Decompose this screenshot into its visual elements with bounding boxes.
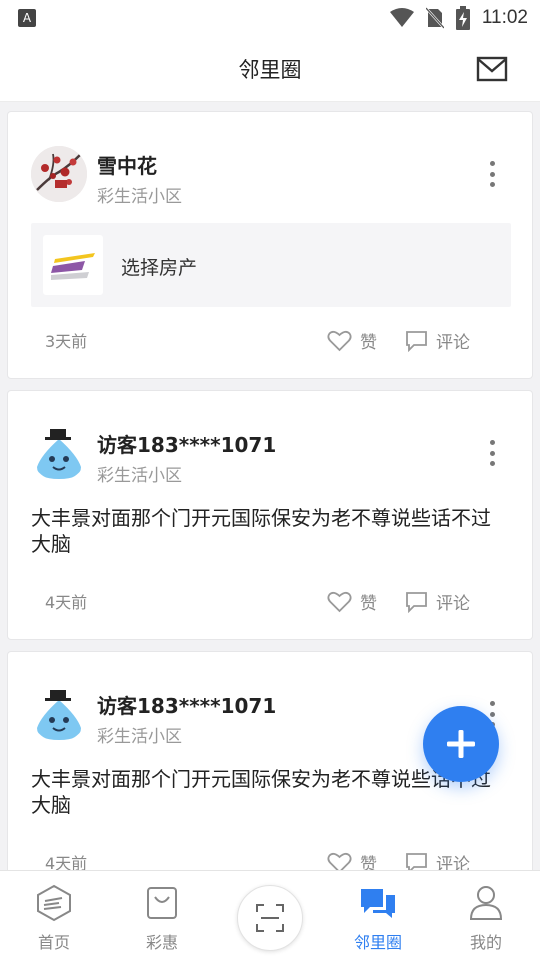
status-bar: A 11:02 <box>0 0 540 36</box>
water-drop-mascot-icon <box>31 425 87 481</box>
status-right: 11:02 <box>389 6 528 30</box>
like-button[interactable]: 赞 <box>327 328 377 353</box>
more-dot <box>489 711 495 717</box>
add-post-button[interactable] <box>423 706 499 782</box>
like-label: 赞 <box>360 333 377 353</box>
comment-icon <box>406 591 427 613</box>
comment-label: 评论 <box>436 855 470 870</box>
more-dot <box>489 450 495 456</box>
comment-icon <box>406 852 427 870</box>
colorful-life-logo-icon <box>51 253 95 280</box>
avatar[interactable] <box>31 425 87 481</box>
more-dot <box>489 182 495 187</box>
author-name[interactable]: 访客183****1071 <box>97 690 276 719</box>
more-dot <box>489 171 495 177</box>
tab-label: 我的 <box>469 933 502 952</box>
comment-label: 评论 <box>436 594 470 614</box>
comment-button[interactable]: 评论 <box>405 850 470 870</box>
chat-icon <box>358 883 398 923</box>
property-logo <box>43 235 103 295</box>
scan-icon <box>256 904 284 932</box>
no-sim-icon <box>425 7 444 29</box>
tab-profile[interactable]: 我的 <box>432 871 540 960</box>
post-card[interactable]: 雪中花 彩生活小区 选择房产 3天前 赞 评论 <box>7 111 533 379</box>
more-dot <box>489 440 495 445</box>
community-name: 彩生活小区 <box>97 466 182 486</box>
tab-home[interactable]: 首页 <box>0 871 108 960</box>
scan-button[interactable] <box>237 885 303 951</box>
user-icon <box>466 883 506 923</box>
battery-charging-icon <box>455 6 470 30</box>
comment-label: 评论 <box>436 333 470 353</box>
tab-label: 邻里圈 <box>353 933 402 952</box>
like-label: 赞 <box>360 855 377 870</box>
plus-icon <box>447 730 475 758</box>
mail-icon <box>476 56 508 82</box>
heart-icon <box>327 591 352 612</box>
more-dot <box>489 461 495 466</box>
like-button[interactable]: 赞 <box>327 850 377 870</box>
comment-button[interactable]: 评论 <box>405 328 470 353</box>
more-options-button[interactable] <box>482 157 502 191</box>
notification-a-icon: A <box>18 9 36 27</box>
comment-icon <box>406 330 427 352</box>
status-left: A <box>18 9 36 27</box>
tab-neighborhood[interactable]: 邻里圈 <box>324 871 432 960</box>
avatar[interactable] <box>31 686 87 742</box>
heart-icon <box>327 330 352 351</box>
wifi-icon <box>389 8 414 27</box>
home-icon <box>34 883 74 923</box>
comment-button[interactable]: 评论 <box>405 589 470 614</box>
post-card[interactable]: 访客183****1071 彩生活小区 大丰景对面那个门开元国际保安为老不尊说些… <box>7 390 533 640</box>
community-name: 彩生活小区 <box>97 727 182 747</box>
tab-label: 首页 <box>37 933 70 952</box>
plum-blossom-avatar-icon <box>31 146 87 202</box>
heart-icon <box>327 852 352 870</box>
tab-label: 彩惠 <box>145 933 178 952</box>
post-time: 4天前 <box>45 593 88 612</box>
post-time: 4天前 <box>45 854 88 870</box>
like-label: 赞 <box>360 594 377 614</box>
more-dot <box>489 701 495 706</box>
more-dot <box>489 161 495 166</box>
select-property-box[interactable]: 选择房产 <box>31 223 511 307</box>
bag-icon <box>142 883 182 923</box>
post-time: 3天前 <box>45 332 88 351</box>
community-name: 彩生活小区 <box>97 187 182 207</box>
select-property-label: 选择房产 <box>121 257 198 279</box>
status-time: 11:02 <box>481 7 528 28</box>
post-text: 大丰景对面那个门开元国际保安为老不尊说些话不过大脑 <box>31 506 491 556</box>
author-name[interactable]: 雪中花 <box>97 150 157 179</box>
tab-deals[interactable]: 彩惠 <box>108 871 216 960</box>
bottom-tab-bar: 首页 彩惠 邻里圈 我的 <box>0 870 540 960</box>
post-text: 大丰景对面那个门开元国际保安为老不尊说些话不过大脑 <box>31 767 491 817</box>
mail-button[interactable] <box>476 56 508 82</box>
author-name[interactable]: 访客183****1071 <box>97 429 276 458</box>
avatar[interactable] <box>31 146 87 202</box>
more-options-button[interactable] <box>482 436 502 470</box>
app-header: 邻里圈 <box>0 36 540 102</box>
like-button[interactable]: 赞 <box>327 589 377 614</box>
water-drop-mascot-icon <box>31 686 87 742</box>
page-title: 邻里圈 <box>238 57 302 82</box>
